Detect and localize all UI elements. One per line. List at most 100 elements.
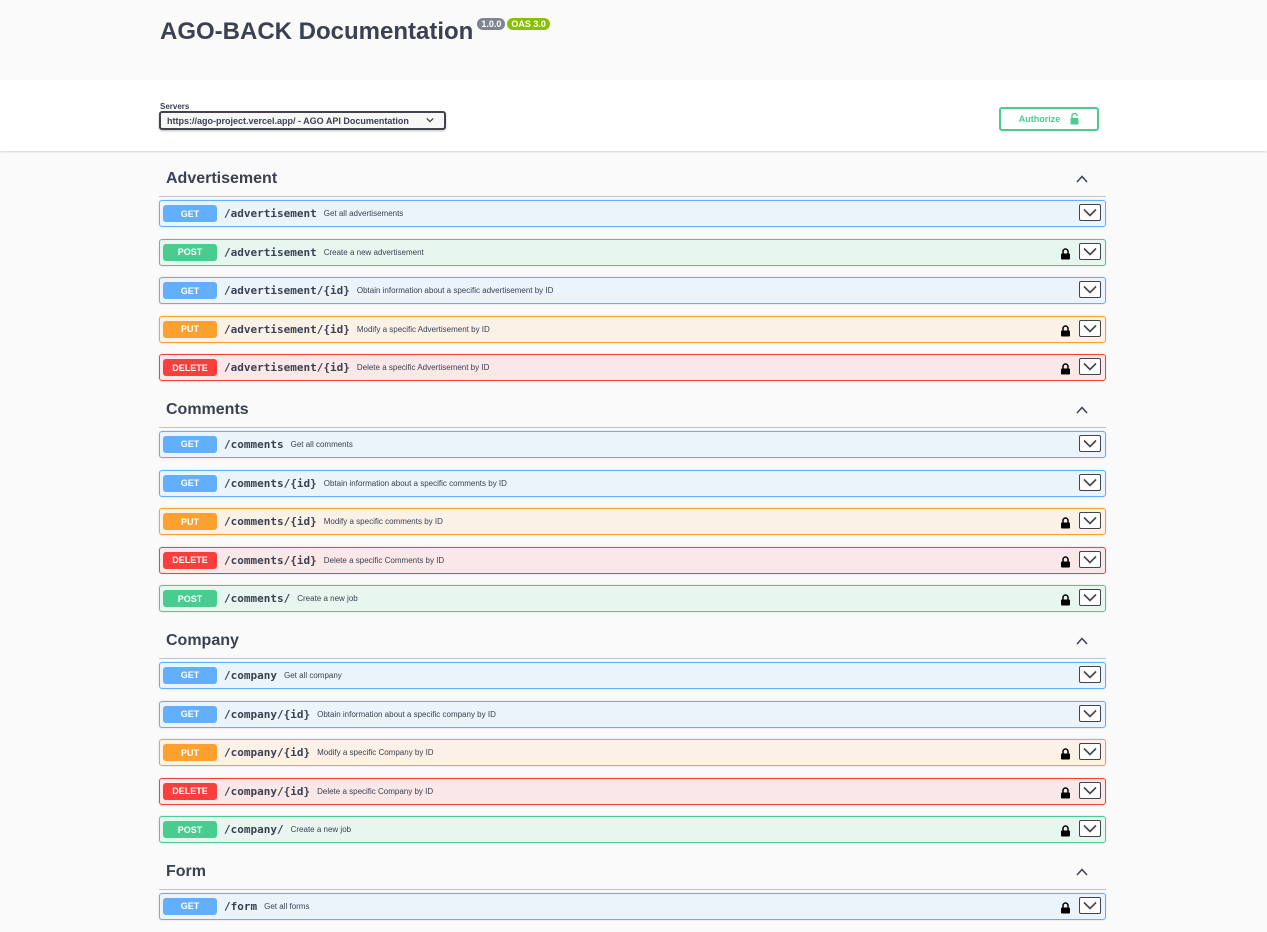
method-badge: POST [163,243,217,261]
servers-label: Servers [160,102,190,111]
method-badge: GET [163,282,217,300]
operation-summary: Modify a specific Company by ID [317,748,434,758]
tag-header[interactable]: Advertisement [159,162,1106,197]
operation-path: /company/{id} [224,746,311,760]
expand-operation-button[interactable] [1079,434,1101,452]
lock-icon[interactable] [1060,824,1071,837]
operation-summary: Delete a specific Comments by ID [323,555,445,565]
operation-summary: Delete a specific Advertisement by ID [356,363,490,373]
method-badge: PUT [163,320,217,338]
operation-row[interactable]: PUT/advertisement/{id} Modify a specific … [159,315,1106,343]
operation-summary: Obtain information about a specific comp… [317,709,496,719]
expand-operation-button[interactable] [1079,589,1101,607]
expand-operation-button[interactable] [1079,358,1101,376]
operation-path: /advertisement [224,245,317,259]
lock-icon[interactable] [1060,247,1071,260]
chevron-down-icon [1083,555,1097,564]
method-badge: POST [163,821,217,839]
operation-row[interactable]: DELETE/advertisement/{id} Delete a specif… [159,354,1106,382]
chevron-down-icon [1083,824,1097,833]
authorize-label: Authorize [1018,114,1061,124]
operation-path: /comments/ [224,592,291,606]
operation-path: /comments/{id} [224,476,317,490]
tag-name: Form [166,862,206,880]
expand-operation-button[interactable] [1079,242,1101,260]
chevron-down-icon [1083,324,1097,333]
lock-icon[interactable] [1060,324,1071,337]
expand-operation-button[interactable] [1079,704,1101,722]
expand-operation-button[interactable] [1079,743,1101,761]
lock-icon[interactable] [1060,901,1071,914]
chevron-down-icon [1083,747,1097,756]
chevron-down-icon [1083,670,1097,679]
expand-operation-button[interactable] [1079,820,1101,838]
chevron-down-icon [1083,439,1097,448]
tag-section: Comments GET/comments Get all comments GET /… [159,393,1106,613]
operation-row[interactable]: GET/advertisement Get all advertisements [159,200,1106,227]
operation-row[interactable]: GET/form Get all forms [159,892,1106,920]
scheme-container: Servers https://ago-project.vercel.app/ … [0,80,1267,151]
operation-summary: Create a new advertisement [323,247,424,257]
chevron-down-icon [1083,478,1097,487]
method-badge: DELETE [163,359,217,377]
chevron-down-icon [1083,709,1097,718]
expand-operation-button[interactable] [1079,896,1101,914]
server-select[interactable]: https://ago-project.vercel.app/ - AGO AP… [159,111,446,130]
operation-path: /company/ [224,823,284,837]
operation-row[interactable]: PUT/company/{id} Modify a specific Compan… [159,739,1106,767]
chevron-down-icon [1083,362,1097,372]
operation-row[interactable]: GET/comments/{id} Obtain information abou… [159,469,1106,497]
operation-row[interactable]: POST/comments/Create a new job [159,585,1106,613]
operation-row[interactable]: PUT/comments/{id} Modify a specific comme… [159,508,1106,536]
lock-icon[interactable] [1060,516,1071,529]
chevron-up-icon[interactable] [1075,634,1089,648]
operation-row[interactable]: GET/company/{id} Obtain information about… [159,700,1106,728]
info-header: AGO-BACK Documentation 1.0.0 OAS 3.0 [0,0,1267,80]
method-badge: GET [163,705,217,723]
operation-row[interactable]: DELETE/company/{id} Delete a specific Com… [159,777,1106,805]
operation-row[interactable]: DELETE/comments/{id} Delete a specific Co… [159,546,1106,574]
tag-header[interactable]: Comments [159,393,1106,428]
operation-path: /comments/{id} [224,515,317,529]
chevron-up-icon[interactable] [1075,865,1089,879]
lock-icon[interactable] [1060,362,1071,375]
expand-operation-button[interactable] [1079,550,1101,568]
expand-operation-button[interactable] [1079,204,1101,221]
expand-operation-button[interactable] [1079,473,1101,491]
tag-header[interactable]: Form [159,855,1106,890]
tag-name: Company [166,631,239,649]
tag-name: Comments [166,400,249,418]
unlocked-icon [1070,113,1079,125]
authorize-button[interactable]: Authorize [999,107,1099,131]
operation-row[interactable]: POST/company/Create a new job [159,816,1106,844]
operations-content: Advertisement GET/advertisement Get all ad… [159,162,1106,932]
operation-row[interactable]: GET/company Get all company [159,661,1106,689]
method-badge: GET [163,205,217,222]
lock-icon[interactable] [1060,593,1071,606]
expand-operation-button[interactable] [1079,512,1101,530]
chevron-up-icon[interactable] [1075,403,1089,417]
method-badge: DELETE [163,551,217,569]
operation-row[interactable]: GET/comments Get all comments [159,430,1106,458]
oas-badge: OAS 3.0 [507,18,550,30]
page-title: AGO-BACK Documentation [160,18,474,45]
lock-icon[interactable] [1060,747,1071,760]
expand-operation-button[interactable] [1079,781,1101,799]
expand-operation-button[interactable] [1079,319,1101,337]
expand-operation-button[interactable] [1079,665,1101,683]
chevron-up-icon[interactable] [1075,172,1089,186]
tag-section: Advertisement GET/advertisement Get all ad… [159,162,1106,382]
operation-summary: Modify a specific Advertisement by ID [356,324,490,334]
operation-row[interactable]: POST/advertisement Create a new advertise… [159,238,1106,266]
operation-path: /form [224,899,258,913]
operation-row[interactable]: GET/advertisement/{id} Obtain information… [159,277,1106,305]
expand-operation-button[interactable] [1079,281,1101,299]
operation-summary: Delete a specific Company by ID [317,786,434,796]
operation-path: /advertisement/{id} [224,361,350,375]
operation-summary: Get all company [283,670,342,680]
tag-header[interactable]: Company [159,624,1106,659]
operation-path: /company/{id} [224,784,311,798]
lock-icon[interactable] [1060,555,1071,568]
lock-icon[interactable] [1060,786,1071,799]
operation-summary: Obtain information about a specific adve… [356,286,554,296]
